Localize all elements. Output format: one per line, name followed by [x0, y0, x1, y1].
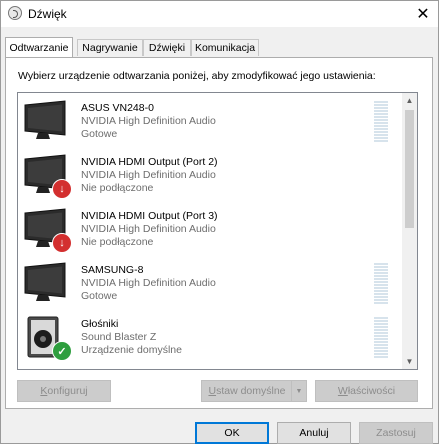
monitor-icon: [22, 99, 68, 143]
device-driver: NVIDIA High Definition Audio: [81, 223, 216, 235]
device-driver: NVIDIA High Definition Audio: [81, 277, 216, 289]
device-row[interactable]: ↓ NVIDIA HDMI Output (Port 3) NVIDIA High …: [18, 203, 402, 255]
set-default-button[interactable]: Ustaw domyślne ▼: [201, 380, 307, 402]
vertical-scrollbar[interactable]: ▲ ▼: [402, 93, 417, 369]
device-status: Nie podłączone: [81, 236, 154, 248]
volume-meter: [374, 317, 388, 359]
default-check-icon: ✓: [52, 341, 72, 361]
speaker-icon: ✓: [22, 315, 72, 361]
configure-button[interactable]: Konfiguruj: [17, 380, 111, 402]
cancel-button[interactable]: Anuluj: [277, 422, 351, 444]
tab-recording[interactable]: Nagrywanie: [77, 39, 143, 56]
device-driver: NVIDIA High Definition Audio: [81, 115, 216, 127]
volume-meter: [374, 263, 388, 305]
scroll-thumb[interactable]: [405, 110, 414, 228]
chevron-down-icon[interactable]: ▼: [291, 381, 306, 401]
volume-meter: [374, 101, 388, 143]
device-name: NVIDIA HDMI Output (Port 3): [81, 210, 218, 222]
device-row[interactable]: SAMSUNG-8 NVIDIA High Definition Audio Got…: [18, 257, 402, 309]
device-driver: Sound Blaster Z: [81, 331, 157, 343]
playback-instruction: Wybierz urządzenie odtwarzania poniżej, …: [18, 70, 376, 82]
monitor-icon: ↓: [22, 153, 72, 199]
properties-button[interactable]: Właściwości: [315, 380, 418, 402]
scroll-up-arrow-icon[interactable]: ▲: [402, 93, 417, 108]
device-row[interactable]: ASUS VN248-0 NVIDIA High Definition Audio…: [18, 95, 402, 147]
device-status: Urządzenie domyślne: [81, 344, 182, 356]
scroll-down-arrow-icon[interactable]: ▼: [402, 354, 417, 369]
configure-button-label: onfiguruj: [47, 385, 88, 397]
configure-button-accel: K: [40, 385, 48, 397]
set-default-button-accel: U: [208, 385, 217, 397]
monitor-icon: [22, 261, 68, 305]
device-row[interactable]: ✓ Głośniki Sound Blaster Z Urządzenie domyś…: [18, 311, 402, 363]
apply-button[interactable]: Zastosuj: [359, 422, 433, 444]
device-status: Gotowe: [81, 128, 118, 140]
speaker-app-icon: [8, 6, 22, 20]
disconnected-arrow-icon: ↓: [52, 179, 72, 199]
window-title: Dźwięk: [28, 7, 67, 21]
device-status: Nie podłączone: [81, 182, 154, 194]
properties-button-label: łaściwości: [347, 385, 396, 397]
device-status: Gotowe: [81, 290, 118, 302]
device-row[interactable]: ↓ NVIDIA HDMI Output (Port 2) NVIDIA High …: [18, 149, 402, 201]
sound-dialog: Dźwięk ✕ Odtwarzanie Nagrywanie Dźwięki …: [0, 0, 439, 444]
title-bar: Dźwięk ✕: [1, 1, 438, 27]
playback-panel: Wybierz urządzenie odtwarzania poniżej, …: [5, 57, 433, 409]
close-button[interactable]: ✕: [408, 1, 438, 27]
device-name: NVIDIA HDMI Output (Port 2): [81, 156, 218, 168]
ok-button[interactable]: OK: [195, 422, 269, 444]
tab-sounds[interactable]: Dźwięki: [143, 39, 191, 56]
device-name: ASUS VN248-0: [81, 102, 154, 114]
tab-playback[interactable]: Odtwarzanie: [5, 37, 73, 57]
monitor-icon: ↓: [22, 207, 72, 253]
tab-communications[interactable]: Komunikacja: [191, 39, 259, 56]
disconnected-arrow-icon: ↓: [52, 233, 72, 253]
device-driver: NVIDIA High Definition Audio: [81, 169, 216, 181]
device-name: SAMSUNG-8: [81, 264, 144, 276]
device-name: Głośniki: [81, 318, 119, 330]
properties-button-accel: W: [337, 385, 348, 397]
playback-device-list[interactable]: ASUS VN248-0 NVIDIA High Definition Audio…: [17, 92, 418, 370]
set-default-button-label: staw domyślne: [216, 385, 286, 397]
